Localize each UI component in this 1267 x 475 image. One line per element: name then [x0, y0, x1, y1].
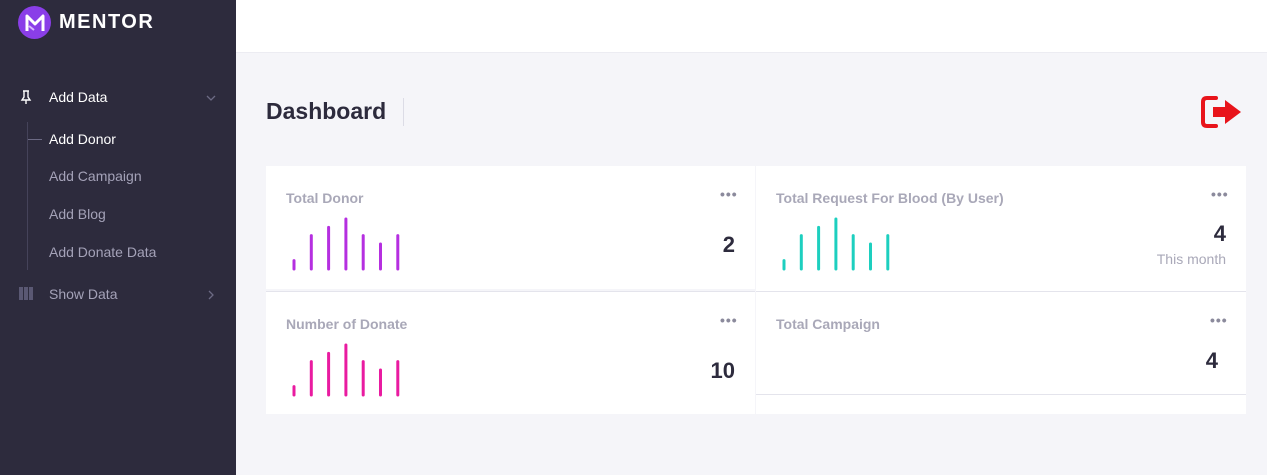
more-options-icon[interactable]: •••: [1210, 312, 1228, 328]
sidebar-item-label: Add Data: [49, 89, 108, 105]
logout-icon[interactable]: [1198, 92, 1246, 132]
sparkline-chart: [782, 217, 890, 271]
card-title: Number of Donate: [286, 316, 408, 332]
more-options-icon[interactable]: •••: [1211, 186, 1229, 202]
card-value: 2: [722, 232, 735, 257]
submenu-guide-line: [27, 122, 28, 270]
stat-card-total-request: Total Request For Blood (By User) ••• 4 …: [756, 166, 1246, 291]
card-value: 10: [710, 358, 735, 383]
sidebar-item-add-data[interactable]: Add Data: [0, 82, 236, 112]
stat-card-number-of-donate: Number of Donate ••• 10: [266, 291, 755, 414]
stat-card-total-donor: Total Donor ••• 2: [266, 166, 755, 289]
active-item-indicator: [28, 139, 42, 140]
stat-card-total-campaign: Total Campaign ••• 4: [756, 291, 1246, 414]
sidebar-item-add-donate-data[interactable]: Add Donate Data: [49, 244, 156, 260]
card-period-label: This month: [1156, 251, 1226, 267]
sidebar-item-add-blog[interactable]: Add Blog: [49, 206, 106, 222]
sidebar-item-add-campaign[interactable]: Add Campaign: [49, 168, 142, 184]
card-value: 4: [1205, 348, 1218, 373]
card-title: Total Campaign: [776, 316, 880, 332]
more-options-icon[interactable]: •••: [720, 312, 738, 328]
sparkline-chart: [292, 217, 400, 271]
top-bar: [236, 0, 1267, 53]
sidebar-item-add-donor[interactable]: Add Donor: [49, 131, 116, 147]
card-title: Total Request For Blood (By User): [776, 190, 1004, 206]
pin-icon: [18, 89, 34, 105]
columns-icon: [18, 286, 34, 302]
card-value: 4: [1213, 221, 1226, 246]
mentor-logo-icon: [18, 6, 51, 39]
title-divider: [403, 98, 404, 126]
chevron-down-icon: [205, 91, 217, 103]
brand-name: MENTOR: [59, 11, 155, 33]
sidebar-item-show-data[interactable]: Show Data: [0, 279, 236, 309]
sparkline-chart: [292, 343, 400, 397]
brand[interactable]: MENTOR: [18, 6, 154, 39]
card-divider: [756, 394, 1246, 395]
page-title: Dashboard: [266, 98, 387, 124]
sidebar-item-label: Show Data: [49, 286, 118, 302]
sidebar: MENTOR Add Data Add Donor Add Campaign A…: [0, 0, 236, 475]
card-title: Total Donor: [286, 190, 364, 206]
chevron-right-icon: [205, 288, 217, 300]
more-options-icon[interactable]: •••: [720, 186, 738, 202]
